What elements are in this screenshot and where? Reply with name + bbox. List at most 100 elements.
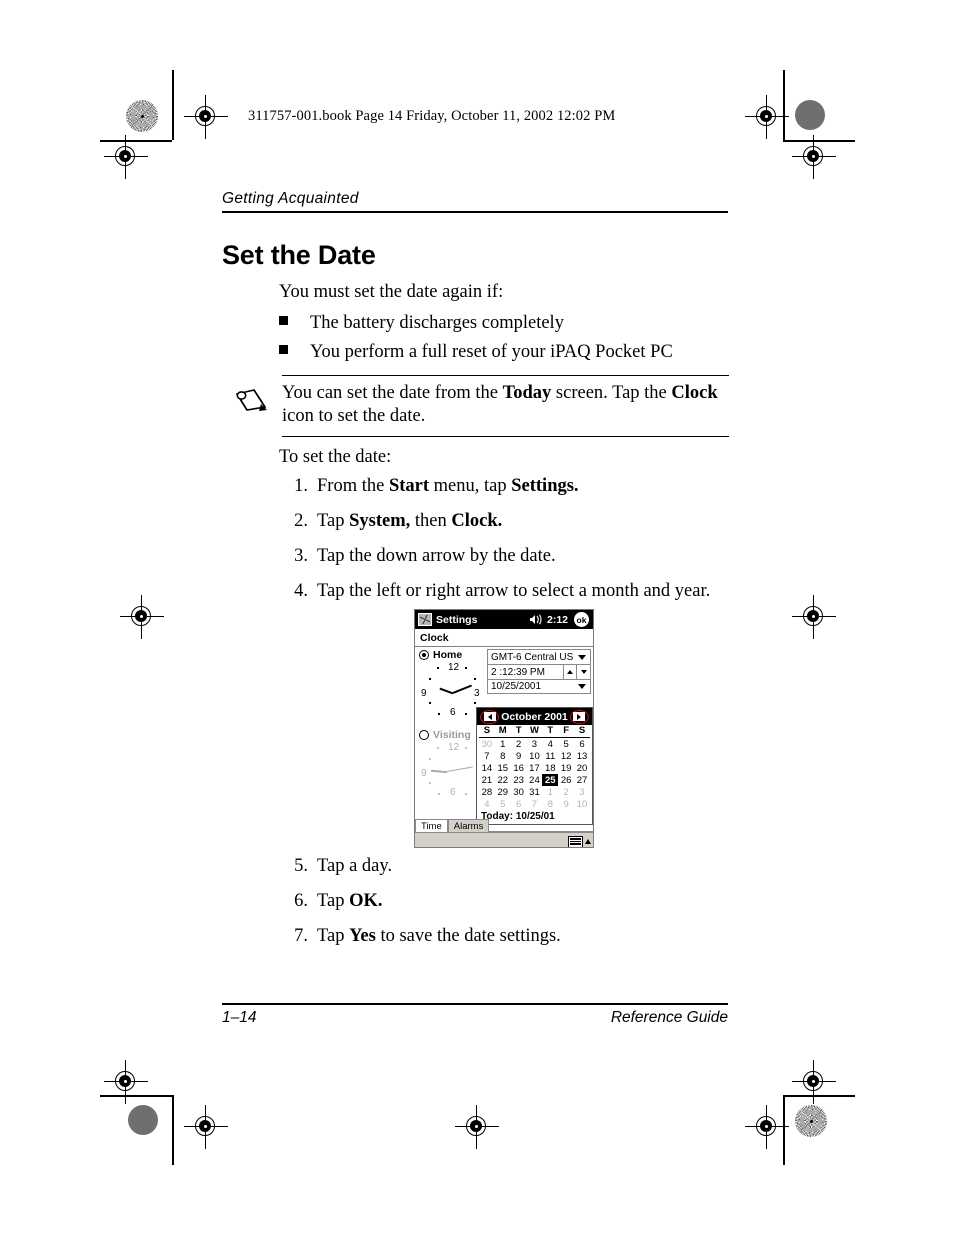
guide-name: Reference Guide: [610, 1008, 728, 1026]
tab-time[interactable]: Time: [415, 819, 448, 832]
calendar-day[interactable]: 14: [479, 762, 495, 774]
chevron-down-icon[interactable]: [578, 654, 586, 660]
time-spinner[interactable]: [563, 665, 576, 679]
calendar-day[interactable]: 11: [542, 750, 558, 762]
calendar-day[interactable]: 24: [527, 774, 543, 786]
keyboard-icon[interactable]: [568, 835, 583, 847]
time-field[interactable]: 2 :12:39 PM: [487, 664, 591, 679]
calendar-day[interactable]: 8: [495, 750, 511, 762]
speaker-icon[interactable]: [529, 614, 544, 625]
next-month-button[interactable]: [569, 709, 589, 724]
note-body: You can set the date from the Today scre…: [234, 376, 729, 433]
calendar-day[interactable]: 9: [558, 798, 574, 810]
calendar-day[interactable]: 30: [511, 786, 527, 798]
calendar-grid: S M T W T F S 30 1 2 3 4 5 6 7 8 9 10 11 12 13 14 15 16 1…: [477, 725, 592, 810]
calendar-day[interactable]: 23: [511, 774, 527, 786]
calendar-day[interactable]: 8: [542, 798, 558, 810]
calendar-day[interactable]: 19: [558, 762, 574, 774]
bullet-list: The battery discharges completely You pe…: [279, 313, 729, 371]
clock-tick: [429, 702, 431, 704]
calendar-day[interactable]: 1: [542, 786, 558, 798]
calendar-day[interactable]: 7: [479, 750, 495, 762]
visiting-label: Visiting: [433, 729, 471, 741]
clock-tick: [465, 713, 467, 715]
tab-alarms[interactable]: Alarms: [447, 819, 490, 832]
calendar-day[interactable]: 3: [574, 786, 590, 798]
visiting-radio-button[interactable]: [419, 730, 429, 740]
calendar-day[interactable]: 22: [495, 774, 511, 786]
calendar-day[interactable]: 2: [558, 786, 574, 798]
calendar-day[interactable]: 31: [527, 786, 543, 798]
step-text: Tap the left or right arrow to select a …: [317, 581, 710, 602]
step-text: Tap the down arrow by the date.: [317, 546, 556, 567]
previous-month-button[interactable]: [480, 709, 499, 724]
running-head: Getting Acquainted: [222, 190, 728, 213]
calendar-day-selected[interactable]: 25: [542, 774, 559, 786]
calendar-day[interactable]: 10: [574, 798, 590, 810]
calendar-weekday-header: S M T W T F S: [479, 725, 590, 738]
calendar-day[interactable]: 7: [527, 798, 543, 810]
weekday-label: W: [526, 725, 543, 738]
calendar-day[interactable]: 30: [479, 738, 495, 751]
clock-minute-hand: [452, 684, 472, 694]
clock-tick: [465, 667, 467, 669]
chevron-up-icon[interactable]: [567, 670, 573, 674]
calendar-day[interactable]: 12: [558, 750, 574, 762]
calendar-day[interactable]: 3: [527, 738, 543, 751]
calendar-week-row: 30 1 2 3 4 5 6: [479, 738, 590, 751]
input-panel-chevron-up-icon[interactable]: [585, 839, 591, 844]
calendar-day[interactable]: 28: [479, 786, 495, 798]
clock-tick: [437, 667, 439, 669]
timezone-dropdown[interactable]: GMT-6 Central US: [487, 649, 591, 664]
chevron-right-icon: [577, 713, 582, 720]
list-item: 3. Tap the down arrow by the date.: [286, 546, 716, 567]
clock-tick: [474, 702, 476, 704]
calendar-day[interactable]: 26: [558, 774, 574, 786]
calendar-day[interactable]: 9: [511, 750, 527, 762]
calendar-day[interactable]: 21: [479, 774, 495, 786]
list-item: 2. Tap System, then Clock.: [286, 511, 716, 532]
calendar-day[interactable]: 5: [558, 738, 574, 751]
chevron-down-icon[interactable]: [580, 670, 587, 674]
list-item: 7. Tap Yes to save the date settings.: [286, 926, 716, 947]
calendar-day[interactable]: 6: [511, 798, 527, 810]
calendar-day[interactable]: 4: [542, 738, 558, 751]
trim-line-vert-bottom-left: [172, 1095, 174, 1165]
calendar-day[interactable]: 20: [574, 762, 590, 774]
calendar-day[interactable]: 1: [495, 738, 511, 751]
calendar-day[interactable]: 15: [495, 762, 511, 774]
calendar-day[interactable]: 29: [495, 786, 511, 798]
home-radio-button[interactable]: [419, 650, 429, 660]
step-number: 2.: [294, 511, 308, 531]
calendar-day[interactable]: 18: [542, 762, 558, 774]
calendar-day[interactable]: 13: [574, 750, 590, 762]
calendar-day[interactable]: 5: [495, 798, 511, 810]
step-text-p2: to save the date settings.: [375, 926, 561, 946]
pencil-icon: [234, 382, 274, 418]
calendar-day[interactable]: 27: [574, 774, 590, 786]
registration-mark-bottom-left: [184, 1105, 228, 1149]
pda-tab-bar: Time Alarms: [415, 817, 593, 832]
step-text: From the Start menu, tap Settings.: [317, 476, 579, 497]
step-text: Tap a day.: [317, 856, 392, 877]
calendar-day[interactable]: 6: [574, 738, 590, 751]
chevron-down-icon[interactable]: [578, 684, 586, 689]
time-dropdown-arrow[interactable]: [576, 665, 590, 679]
list-item: The battery discharges completely: [279, 313, 729, 334]
calendar-day[interactable]: 10: [527, 750, 543, 762]
note-text-p2: screen. Tap the: [551, 383, 672, 404]
calendar-day[interactable]: 4: [479, 798, 495, 810]
calendar-day[interactable]: 2: [511, 738, 527, 751]
list-item: You perform a full reset of your iPAQ Po…: [279, 342, 729, 363]
clock-tick: [429, 678, 431, 680]
calendar-day[interactable]: 16: [511, 762, 527, 774]
pda-clock-time: 2:12: [546, 613, 568, 626]
ok-button[interactable]: ok: [574, 612, 589, 627]
step-text-p2: menu, tap: [429, 476, 512, 496]
date-dropdown[interactable]: 10/25/2001: [487, 679, 591, 694]
windows-flag-icon[interactable]: [418, 613, 432, 626]
pda-sub-title: Clock: [415, 629, 593, 647]
intro-paragraph: You must set the date again if:: [279, 282, 504, 302]
step-text: Tap OK.: [317, 891, 383, 912]
calendar-day[interactable]: 17: [527, 762, 543, 774]
